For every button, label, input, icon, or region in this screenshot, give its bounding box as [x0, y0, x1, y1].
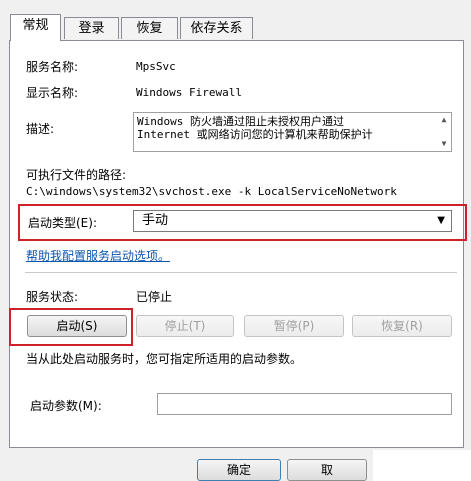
service-name-label: 服务名称: [26, 60, 79, 74]
description-line-2: Internet 或网络访问您的计算机来帮助保护计 [137, 128, 373, 141]
display-name-label: 显示名称: [26, 86, 79, 100]
startup-type-highlight [18, 204, 467, 241]
tab-general[interactable]: 常规 [10, 14, 61, 41]
exe-path-label: 可执行文件的路径: [26, 168, 127, 182]
description-line-1: Windows 防火墙通过阻止未授权用户通过 [137, 115, 344, 128]
general-tab-panel [9, 40, 464, 448]
tab-recovery[interactable]: 恢复 [121, 17, 178, 39]
stop-button[interactable]: 停止(T) [136, 315, 234, 337]
cancel-button[interactable]: 取 [287, 459, 367, 481]
service-status-label: 服务状态: [26, 290, 79, 304]
pause-button[interactable]: 暂停(P) [244, 315, 344, 337]
divider [25, 272, 457, 273]
resume-button[interactable]: 恢复(R) [352, 315, 452, 337]
tab-dependencies[interactable]: 依存关系 [180, 17, 253, 39]
start-button-highlight [9, 308, 133, 346]
start-params-input[interactable] [157, 393, 452, 415]
scroll-up-icon[interactable]: ▲ [438, 114, 450, 126]
description-box[interactable]: Windows 防火墙通过阻止未授权用户通过 Internet 或网络访问您的计… [133, 112, 452, 152]
help-configure-link[interactable]: 帮助我配置服务启动选项。 [26, 247, 170, 264]
white-overlay [373, 450, 471, 481]
service-status-value: 已停止 [136, 290, 173, 304]
display-name-value: Windows Firewall [136, 86, 242, 99]
start-params-hint: 当从此处启动服务时，您可指定所适用的启动参数。 [26, 352, 303, 366]
service-name-value: MpsSvc [136, 60, 176, 73]
start-params-label: 启动参数(M): [30, 399, 102, 413]
ok-button[interactable]: 确定 [197, 459, 281, 481]
description-label: 描述: [26, 122, 55, 136]
scroll-down-icon[interactable]: ▼ [438, 138, 450, 150]
exe-path-value: C:\windows\system32\svchost.exe -k Local… [26, 185, 397, 198]
tab-logon[interactable]: 登录 [64, 17, 119, 39]
